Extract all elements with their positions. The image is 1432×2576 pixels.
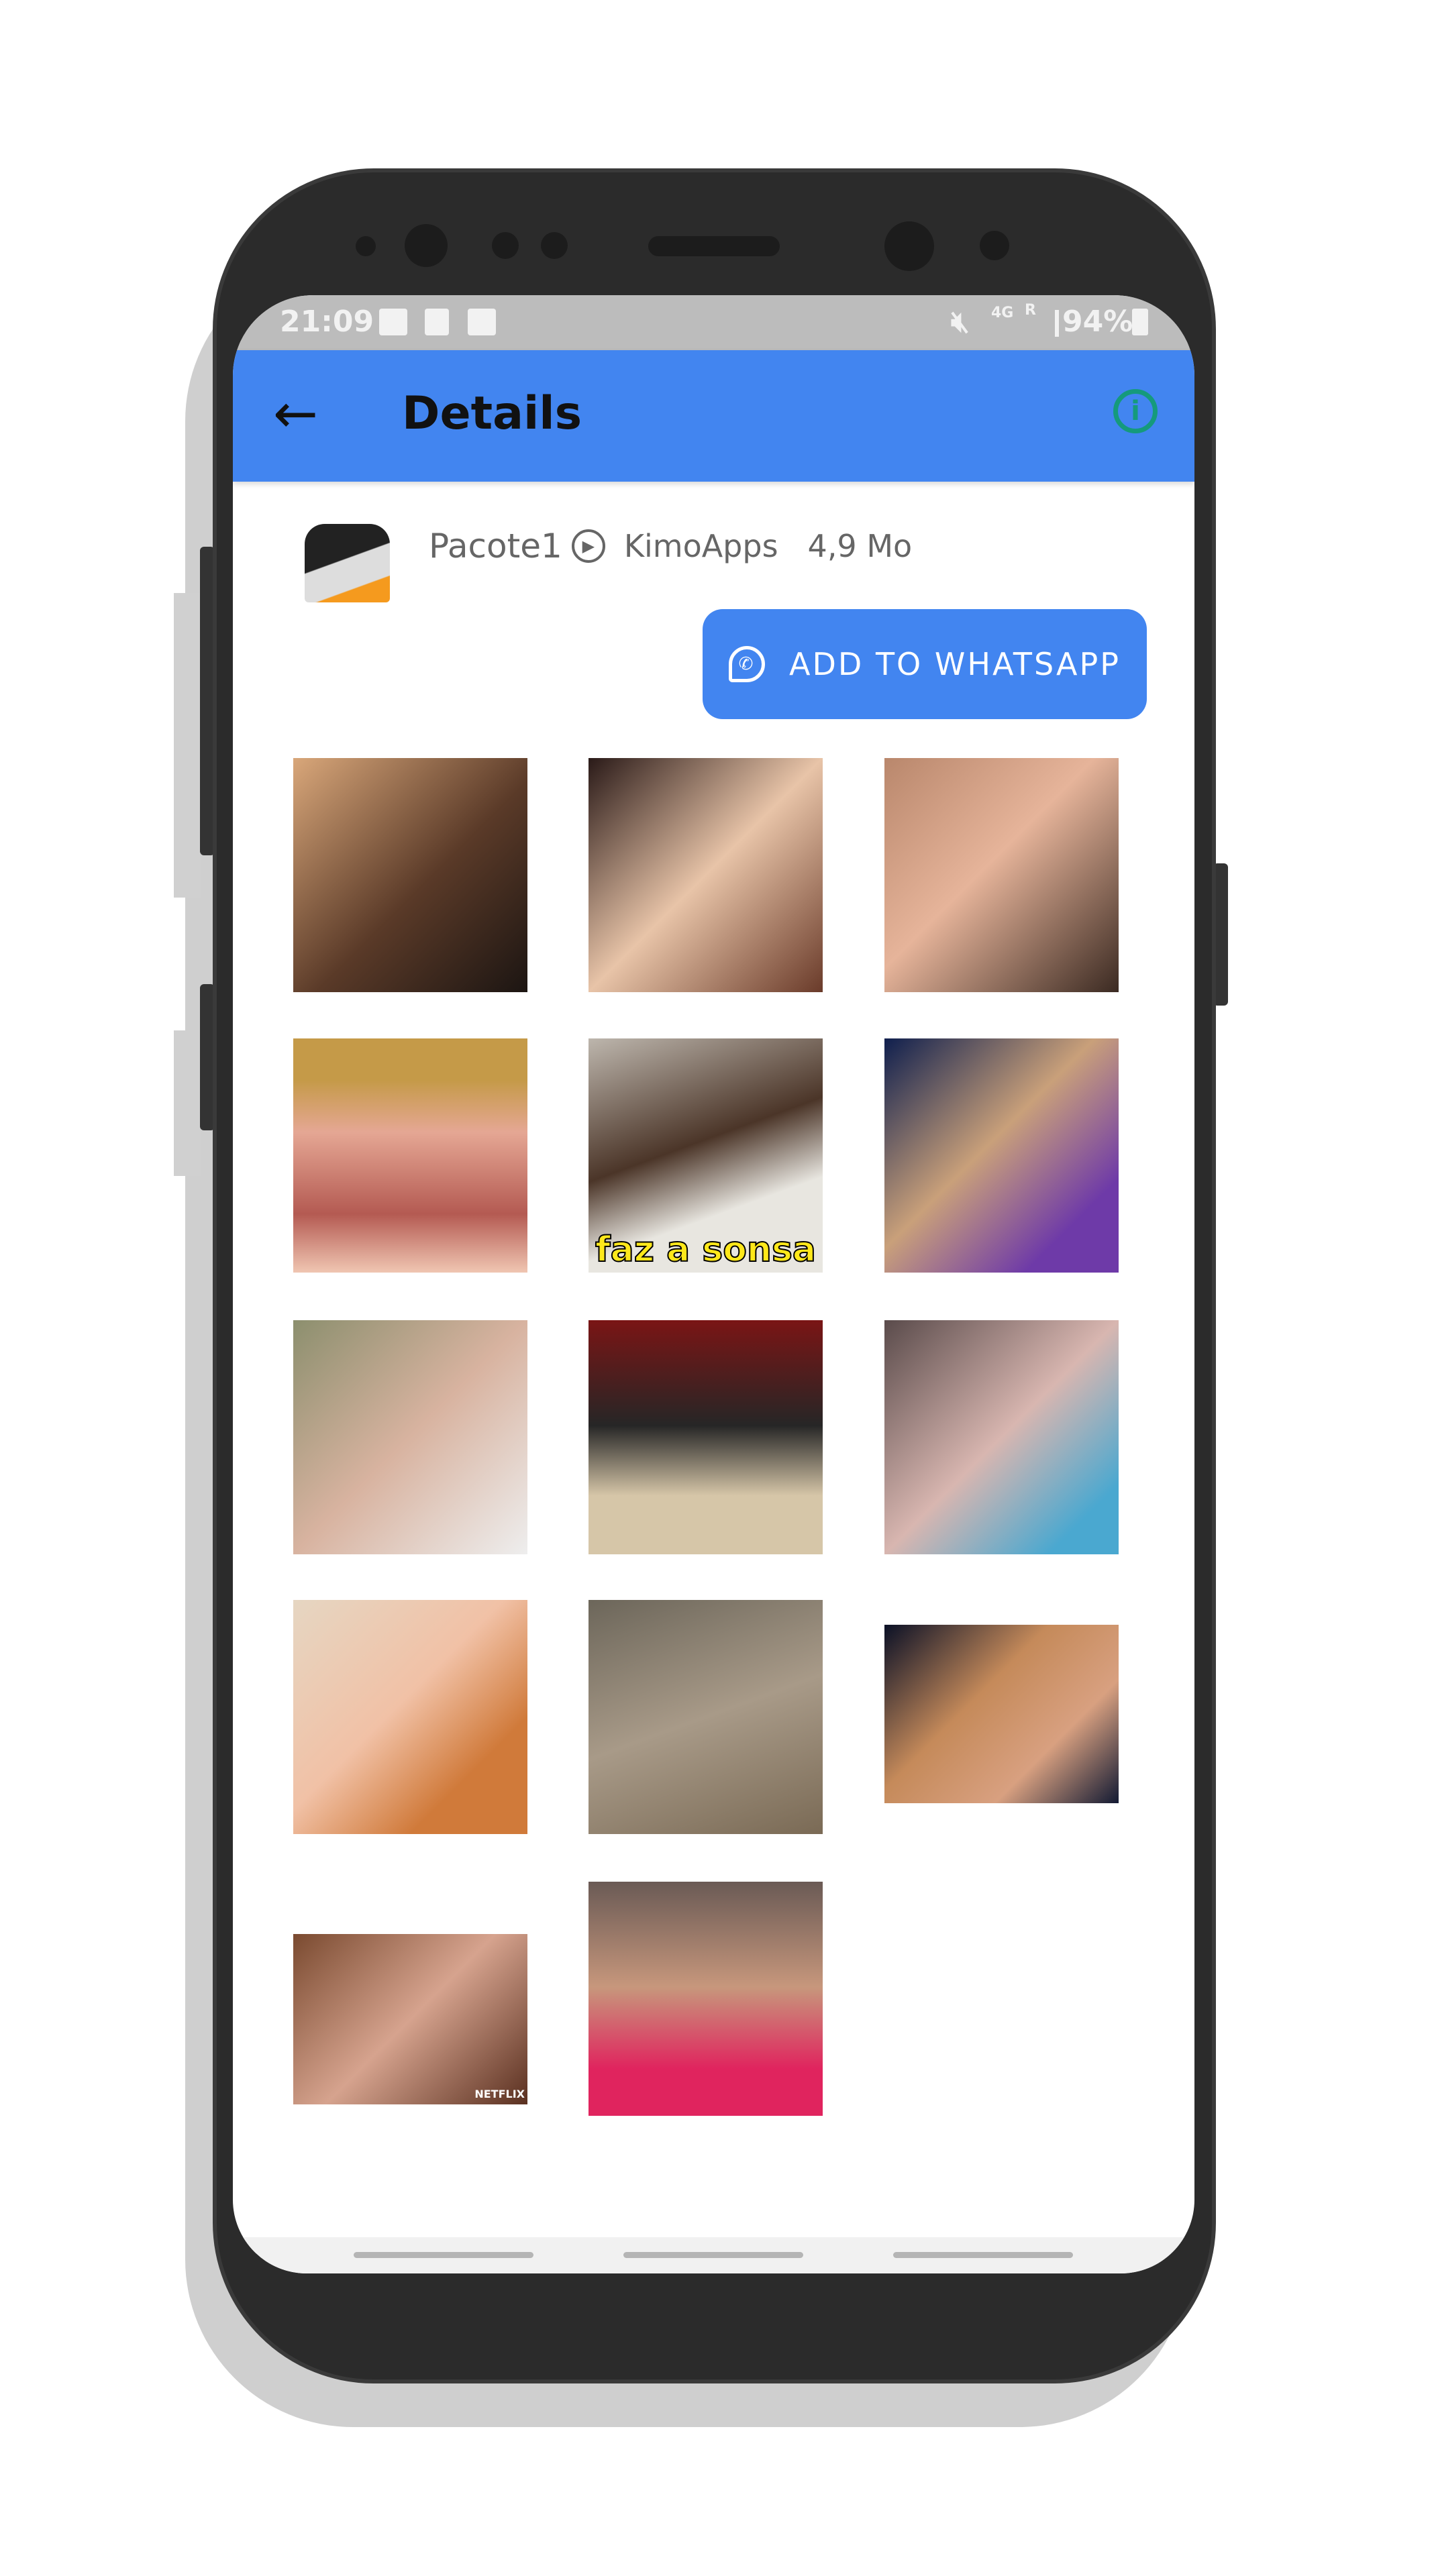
sensor-dot [541, 232, 568, 259]
battery-charging-icon [1132, 309, 1148, 335]
sticker-image[interactable] [293, 1038, 527, 1273]
nav-home-button[interactable] [623, 2252, 803, 2258]
sensor-dot [980, 231, 1009, 260]
signal-icon [1035, 310, 1059, 337]
app-bar: ← Details i [233, 350, 1194, 482]
sticker-image[interactable] [884, 1625, 1119, 1803]
iris-camera [405, 224, 448, 267]
status-bar: 21:09 🔇︎ 4G R 94% [233, 295, 1194, 350]
front-camera [884, 221, 934, 271]
sticker-image[interactable] [293, 758, 527, 992]
battery-percent: 94% [1062, 305, 1133, 339]
wifi-hotspot-icon [468, 309, 496, 335]
pack-name: Pacote1 [429, 527, 562, 566]
sticker-image[interactable] [589, 1600, 823, 1834]
sticker-watermark: NETFLIX [474, 2088, 525, 2100]
pack-tray-icon [305, 524, 390, 602]
sticker-image[interactable]: NETFLIX [293, 1934, 527, 2104]
nav-back-button[interactable] [893, 2252, 1073, 2258]
sticker-image[interactable] [884, 1038, 1119, 1273]
sticker-image[interactable] [884, 1320, 1119, 1554]
nav-recents-button[interactable] [354, 2252, 533, 2258]
add-button-label: ADD TO WHATSAPP [789, 646, 1121, 682]
sticker-image[interactable] [884, 758, 1119, 992]
whatsapp-icon: ✆ [729, 646, 766, 682]
task-check-icon [425, 309, 449, 335]
mute-icon: 🔇︎ [951, 305, 970, 339]
phone-side-shadow [174, 593, 201, 898]
sticker-image[interactable] [589, 1320, 823, 1554]
animated-play-icon: ▶ [571, 529, 605, 563]
pack-info-row: Pacote1 ▶ KimoApps 4,9 Mo [429, 527, 912, 566]
sticker-image[interactable] [589, 758, 823, 992]
earpiece-speaker [648, 236, 780, 256]
screen: 21:09 🔇︎ 4G R 94% ← Details i Pacote1 ▶ … [233, 295, 1194, 2273]
sticker-image[interactable] [589, 1882, 823, 2116]
status-time: 21:09 [280, 305, 374, 339]
gallery-icon [379, 309, 407, 335]
sticker-image[interactable]: faz a sonsa [589, 1038, 823, 1273]
pack-size: 4,9 Mo [807, 528, 913, 564]
sensor-dot [492, 232, 519, 259]
sensor-dot [356, 236, 376, 256]
back-arrow-icon[interactable]: ← [273, 384, 318, 444]
page-title: Details [402, 387, 582, 440]
pack-publisher: KimoApps [623, 528, 778, 564]
sticker-caption: faz a sonsa [595, 1229, 817, 1271]
add-to-whatsapp-button[interactable]: ✆ ADD TO WHATSAPP [703, 609, 1147, 719]
phone-side-shadow [174, 1030, 201, 1176]
navigation-bar [233, 2237, 1194, 2273]
info-icon[interactable]: i [1113, 389, 1158, 433]
sticker-image[interactable] [293, 1320, 527, 1554]
sticker-image[interactable] [293, 1600, 527, 1834]
network-type: 4G [991, 305, 1014, 321]
